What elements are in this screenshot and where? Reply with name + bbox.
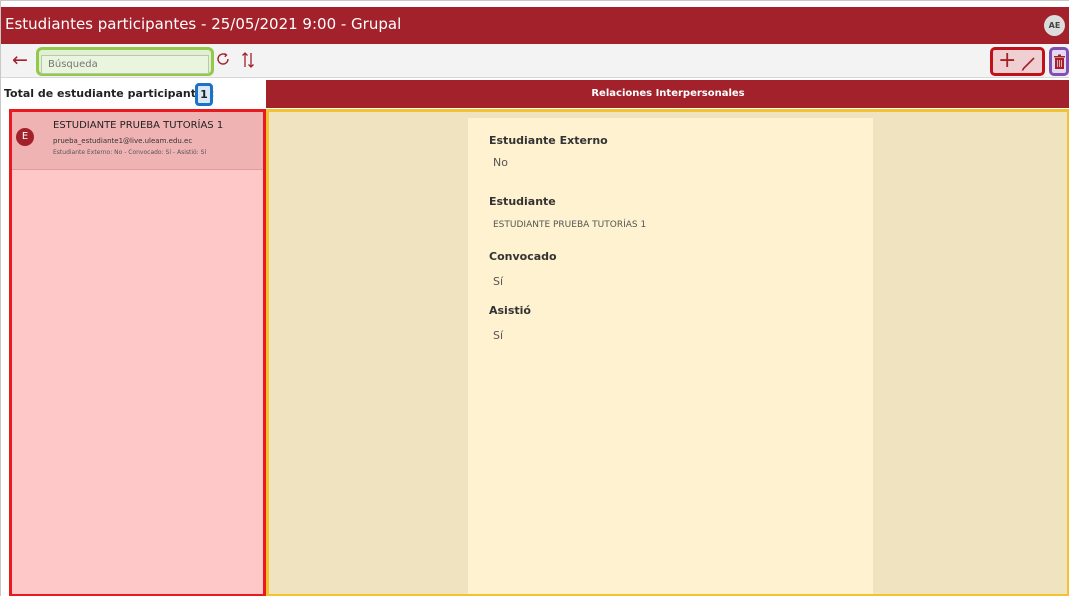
title-bar: Estudiantes participantes - 25/05/2021 9… bbox=[1, 7, 1069, 44]
user-avatar[interactable]: AE bbox=[1044, 15, 1065, 36]
list-item[interactable]: E ESTUDIANTE PRUEBA TUTORÍAS 1 prueba_es… bbox=[12, 112, 263, 170]
field-value-convocado: Sí bbox=[493, 275, 504, 288]
student-meta: Estudiante Externo: No - Convocado: Sí -… bbox=[53, 149, 207, 156]
detail-card: Estudiante Externo No Estudiante ESTUDIA… bbox=[468, 118, 873, 594]
participant-count: 1 bbox=[195, 83, 213, 106]
refresh-icon[interactable] bbox=[215, 51, 231, 67]
student-list: E ESTUDIANTE PRUEBA TUTORÍAS 1 prueba_es… bbox=[9, 109, 266, 596]
search-box bbox=[36, 47, 214, 76]
pencil-icon[interactable] bbox=[1020, 54, 1038, 72]
arrow-left-icon[interactable]: ← bbox=[12, 49, 28, 71]
delete-action bbox=[1049, 47, 1069, 76]
field-value-estudiante: ESTUDIANTE PRUEBA TUTORÍAS 1 bbox=[493, 220, 647, 230]
field-label-asistio: Asistió bbox=[489, 304, 531, 317]
app-window: Estudiantes participantes - 25/05/2021 9… bbox=[0, 0, 1069, 596]
section-title: Relaciones Interpersonales bbox=[266, 80, 1069, 108]
student-avatar: E bbox=[16, 128, 34, 146]
trash-icon[interactable] bbox=[1053, 54, 1066, 70]
student-email: prueba_estudiante1@live.uleam.edu.ec bbox=[53, 137, 193, 145]
sort-icon[interactable] bbox=[241, 51, 255, 69]
field-label-convocado: Convocado bbox=[489, 250, 557, 263]
plus-icon[interactable]: + bbox=[998, 48, 1016, 74]
field-value-estudiante-externo: No bbox=[493, 156, 508, 169]
field-label-estudiante-externo: Estudiante Externo bbox=[489, 134, 608, 147]
page-title: Estudiantes participantes - 25/05/2021 9… bbox=[5, 15, 402, 33]
total-label: Total de estudiante participantes: bbox=[4, 87, 215, 100]
field-value-asistio: Sí bbox=[493, 329, 504, 342]
field-label-estudiante: Estudiante bbox=[489, 195, 556, 208]
list-header: Total de estudiante participantes: 1 bbox=[1, 79, 265, 108]
detail-panel: Estudiante Externo No Estudiante ESTUDIA… bbox=[266, 109, 1069, 596]
student-name: ESTUDIANTE PRUEBA TUTORÍAS 1 bbox=[53, 120, 224, 131]
toolbar: ← + bbox=[1, 44, 1069, 78]
add-edit-actions: + bbox=[990, 47, 1045, 76]
search-input[interactable] bbox=[41, 55, 209, 74]
